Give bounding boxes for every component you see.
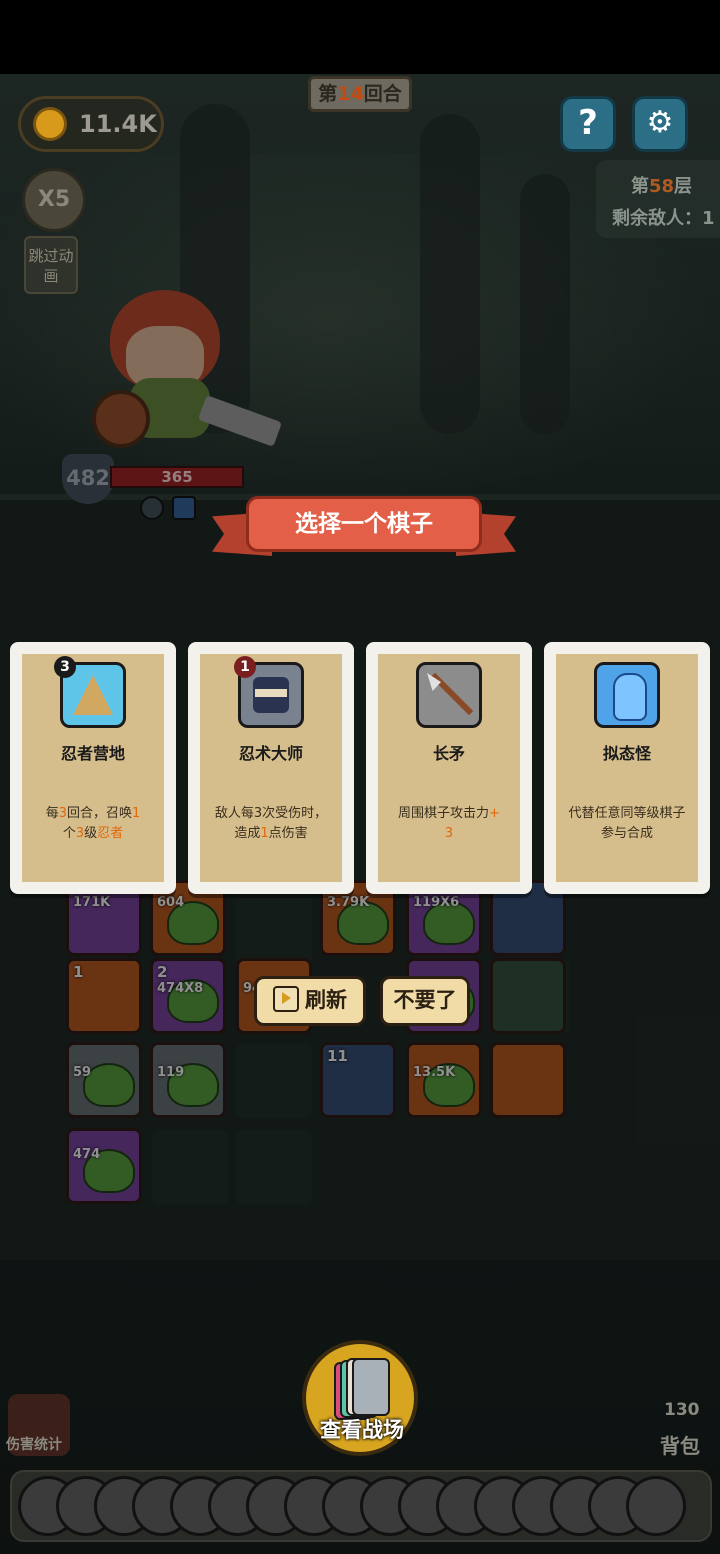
desc-text: 回合，召唤 — [67, 806, 133, 821]
desc-highlight: 1 — [132, 806, 141, 821]
card-body: 1 忍术大师 敌人每3次受伤时，造成1点伤害 — [200, 654, 342, 882]
card-description: 敌人每3次受伤时，造成1点伤害 — [210, 804, 332, 844]
card-description: 代替任意同等级棋子参与合成 — [568, 806, 686, 841]
damage-stats-label: 伤害统计 — [6, 1437, 62, 1453]
round-suffix: 回合 — [363, 83, 402, 105]
round-indicator: 第14回合 — [308, 76, 412, 112]
desc-highlight: 3 — [444, 826, 454, 841]
desc-text: 每 — [45, 806, 59, 821]
desc-highlight: + — [489, 806, 500, 821]
desc-text: 点伤害 — [268, 826, 308, 841]
card-description: 每3回合，召唤1 个3级忍者 — [32, 804, 154, 844]
tray-item[interactable] — [626, 1476, 686, 1536]
bag-button[interactable]: 背包 — [660, 1430, 700, 1459]
choice-card-ninjutsu-master[interactable]: 1 忍术大师 敌人每3次受伤时，造成1点伤害 — [188, 642, 354, 894]
choice-card-spear[interactable]: 长矛 周围棋子攻击力+ 3 — [366, 642, 532, 894]
help-button[interactable]: ? — [560, 96, 616, 152]
coin-icon — [33, 107, 67, 141]
gear-icon: ⚙ — [646, 105, 674, 140]
dialog-title: 选择一个棋子 — [246, 496, 482, 552]
desc-text: 级 — [84, 826, 98, 841]
gold-amount: 11.4K — [79, 110, 157, 138]
gold-counter: 11.4K — [18, 96, 164, 152]
card-title: 拟态怪 — [602, 744, 651, 763]
floor-indicator: 第58层 — [631, 172, 692, 198]
dialog-banner: 选择一个棋子 — [212, 490, 516, 570]
mimic-icon — [594, 662, 660, 728]
game-screen: 171K 604 3.79K 119X6 1 2 474X8 94 59 119… — [0, 0, 720, 1554]
status-bar-area — [0, 0, 720, 74]
bag-count: 130 — [664, 1400, 700, 1420]
card-body: 拟态怪 代替任意同等级棋子参与合成 — [556, 654, 698, 882]
card-title: 长矛 — [432, 744, 465, 763]
speed-button[interactable]: X5 — [22, 168, 86, 232]
card-title: 忍术大师 — [238, 744, 303, 763]
card-description: 周围棋子攻击力+ 3 — [388, 804, 510, 844]
round-prefix: 第 — [318, 83, 338, 105]
floor-suffix: 层 — [674, 176, 692, 197]
decline-button[interactable]: 不要了 — [380, 976, 470, 1026]
choice-card-mimic[interactable]: 拟态怪 代替任意同等级棋子参与合成 — [544, 642, 710, 894]
card-stack — [352, 1358, 390, 1416]
floor-prefix: 第 — [630, 176, 649, 197]
tent-shape — [73, 675, 113, 715]
spear-icon — [416, 662, 482, 728]
piece-tray[interactable] — [10, 1470, 712, 1542]
settings-button[interactable]: ⚙ — [632, 96, 688, 152]
desc-highlight: 1 — [260, 826, 269, 841]
enemies-remaining: 剩余敌人：1 — [612, 208, 715, 229]
play-ad-icon — [273, 986, 299, 1012]
card-level-badge: 1 — [234, 656, 256, 678]
mimic-blob — [613, 673, 647, 721]
card-level-badge: 3 — [54, 656, 76, 678]
card-body: 3 忍者营地 每3回合，召唤1 个3级忍者 — [22, 654, 164, 882]
refresh-button[interactable]: 刷新 — [254, 976, 366, 1026]
desc-highlight: 3 — [58, 806, 67, 821]
view-battlefield-button[interactable]: 查看战场 — [302, 1340, 418, 1456]
skip-animation-button[interactable]: 跳过动画 — [24, 236, 78, 294]
view-battlefield-label: 查看战场 — [320, 1418, 404, 1442]
desc-text: 周围棋子攻击力 — [398, 806, 490, 821]
card-title: 忍者营地 — [60, 744, 125, 763]
card-body: 长矛 周围棋子攻击力+ 3 — [378, 654, 520, 882]
desc-highlight: 忍者 — [97, 826, 124, 841]
desc-text: 个 — [62, 826, 76, 841]
floor-number: 58 — [648, 176, 674, 197]
desc-highlight: 3 — [75, 826, 85, 841]
choice-card-ninja-camp[interactable]: 3 忍者营地 每3回合，召唤1 个3级忍者 — [10, 642, 176, 894]
spear-shaft — [430, 672, 474, 716]
ninja-eyes — [255, 689, 287, 697]
round-number: 14 — [337, 83, 364, 105]
refresh-label: 刷新 — [305, 988, 347, 1012]
